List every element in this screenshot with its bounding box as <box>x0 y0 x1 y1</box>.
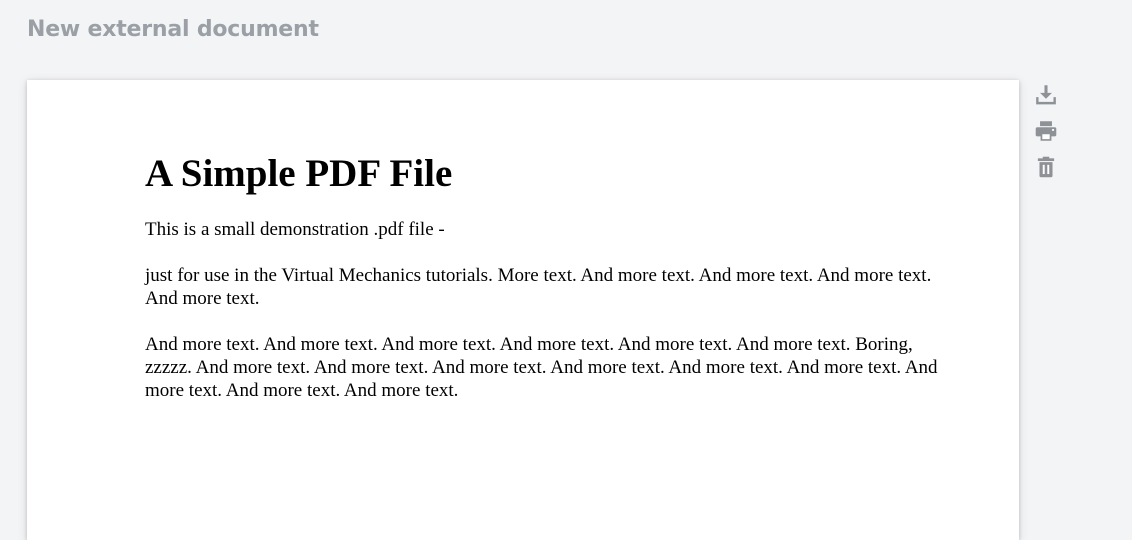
download-button[interactable] <box>1033 82 1059 108</box>
trash-icon <box>1037 156 1055 178</box>
document-paragraph: This is a small demonstration .pdf file … <box>145 219 445 240</box>
print-button[interactable] <box>1033 118 1059 144</box>
document-paragraph: just for use in the Virtual Mechanics tu… <box>145 265 932 309</box>
document-content: A Simple PDF File This is a small demons… <box>145 150 945 425</box>
document-paragraph: And more text. And more text. And more t… <box>145 334 938 401</box>
page-title: New external document <box>27 17 319 42</box>
download-icon <box>1036 85 1056 105</box>
document-actions <box>1033 82 1059 190</box>
document-viewer: A Simple PDF File This is a small demons… <box>27 80 1019 540</box>
document-heading: A Simple PDF File <box>145 152 453 195</box>
delete-button[interactable] <box>1033 154 1059 180</box>
print-icon <box>1035 121 1057 141</box>
